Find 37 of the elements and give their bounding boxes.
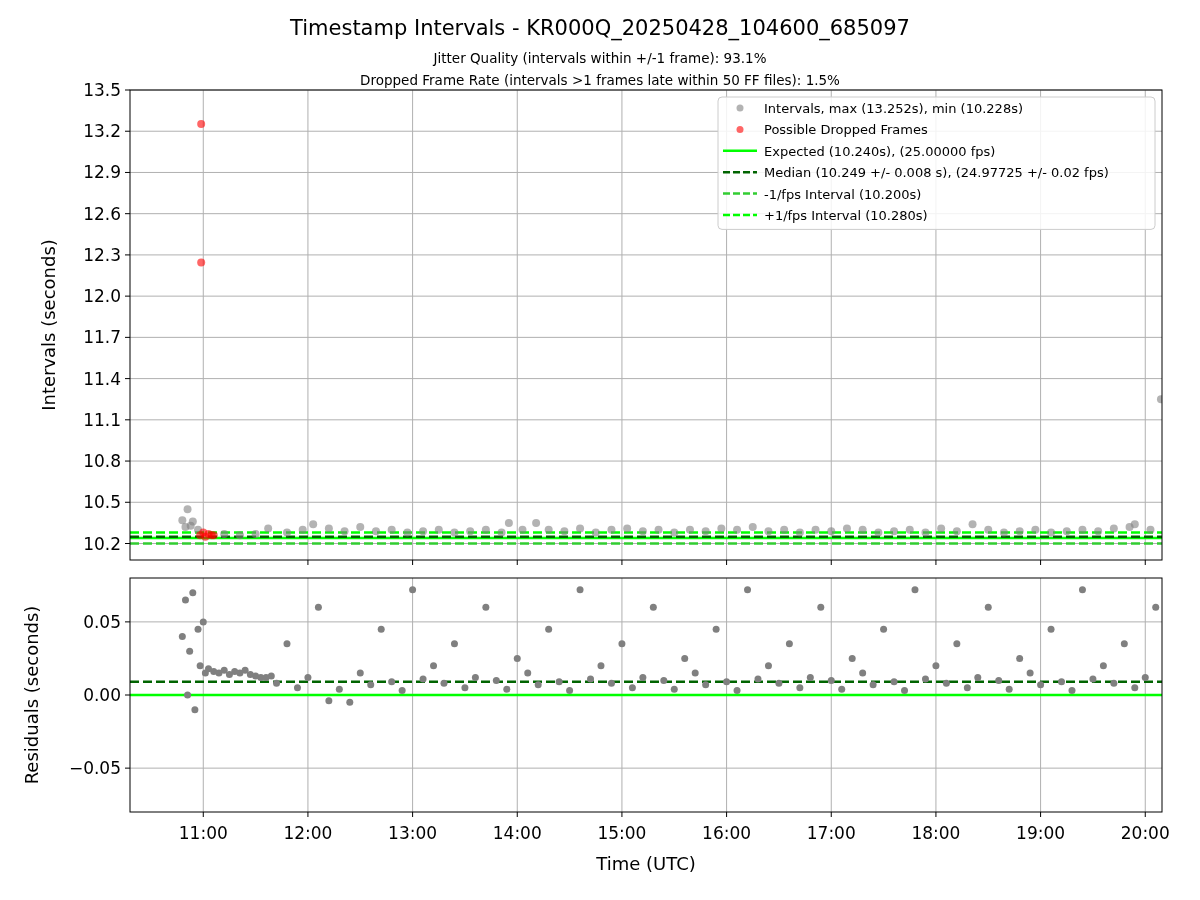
x-tick-label: 12:00 (283, 823, 333, 843)
legend-label: Expected (10.240s), (25.00000 fps) (764, 143, 996, 159)
x-tick-label: 16:00 (702, 823, 752, 843)
y-tick-label: 10.2 (83, 533, 121, 554)
x-tick-label: 11:00 (178, 823, 228, 843)
legend-label: Possible Dropped Frames (764, 122, 928, 138)
figure-subtitle: Jitter Quality (intervals within +/-1 frame): 93.1% (433, 49, 767, 68)
y-tick-label: 12.6 (83, 203, 121, 224)
y-tick-label: 11.7 (83, 327, 121, 348)
legend-label: Median (10.249 +/- 0.008 s), (24.97725 +/- 0.02 fps) (764, 165, 1109, 181)
y-tick-label: 12.9 (83, 162, 121, 183)
y-tick-label: 13.5 (83, 80, 121, 100)
figure-subtitle: Dropped Frame Rate (intervals >1 frames late within 50 FF files): 1.5% (360, 71, 840, 90)
x-tick-label: 18:00 (911, 823, 961, 843)
legend-label: -1/fps Interval (10.200s) (764, 186, 922, 202)
y-tick-label: 11.4 (83, 368, 121, 389)
y-tick-label: 12.3 (83, 244, 121, 265)
x-tick-label: 20:00 (1120, 823, 1170, 843)
x-axis-label: Time (UTC) (596, 853, 696, 874)
legend-label: +1/fps Interval (10.280s) (764, 208, 928, 223)
y-tick-label: 12.0 (83, 286, 121, 307)
y-axis-label: Residuals (seconds) (21, 605, 42, 785)
y-tick-label: 10.5 (83, 492, 121, 513)
y-tick-label: 10.8 (83, 451, 121, 472)
y-tick-label: 0.05 (83, 611, 121, 632)
legend-label: Intervals, max (13.252s), min (10.228s) (764, 101, 1023, 116)
x-tick-label: 14:00 (492, 823, 542, 843)
y-axis-label: Intervals (seconds) (38, 239, 59, 411)
y-tick-label: 0.00 (83, 685, 121, 705)
y-tick-label: 11.1 (83, 409, 121, 430)
figure-title: Timestamp Intervals - KR000Q_20250428_104600_685097 (290, 15, 910, 42)
y-tick-label: 13.2 (83, 121, 121, 142)
x-tick-label: 17:00 (806, 823, 856, 843)
x-tick-label: 19:00 (1016, 823, 1066, 843)
y-tick-label: −0.05 (68, 758, 121, 779)
x-tick-label: 15:00 (597, 823, 647, 843)
x-tick-label: 13:00 (388, 823, 438, 843)
